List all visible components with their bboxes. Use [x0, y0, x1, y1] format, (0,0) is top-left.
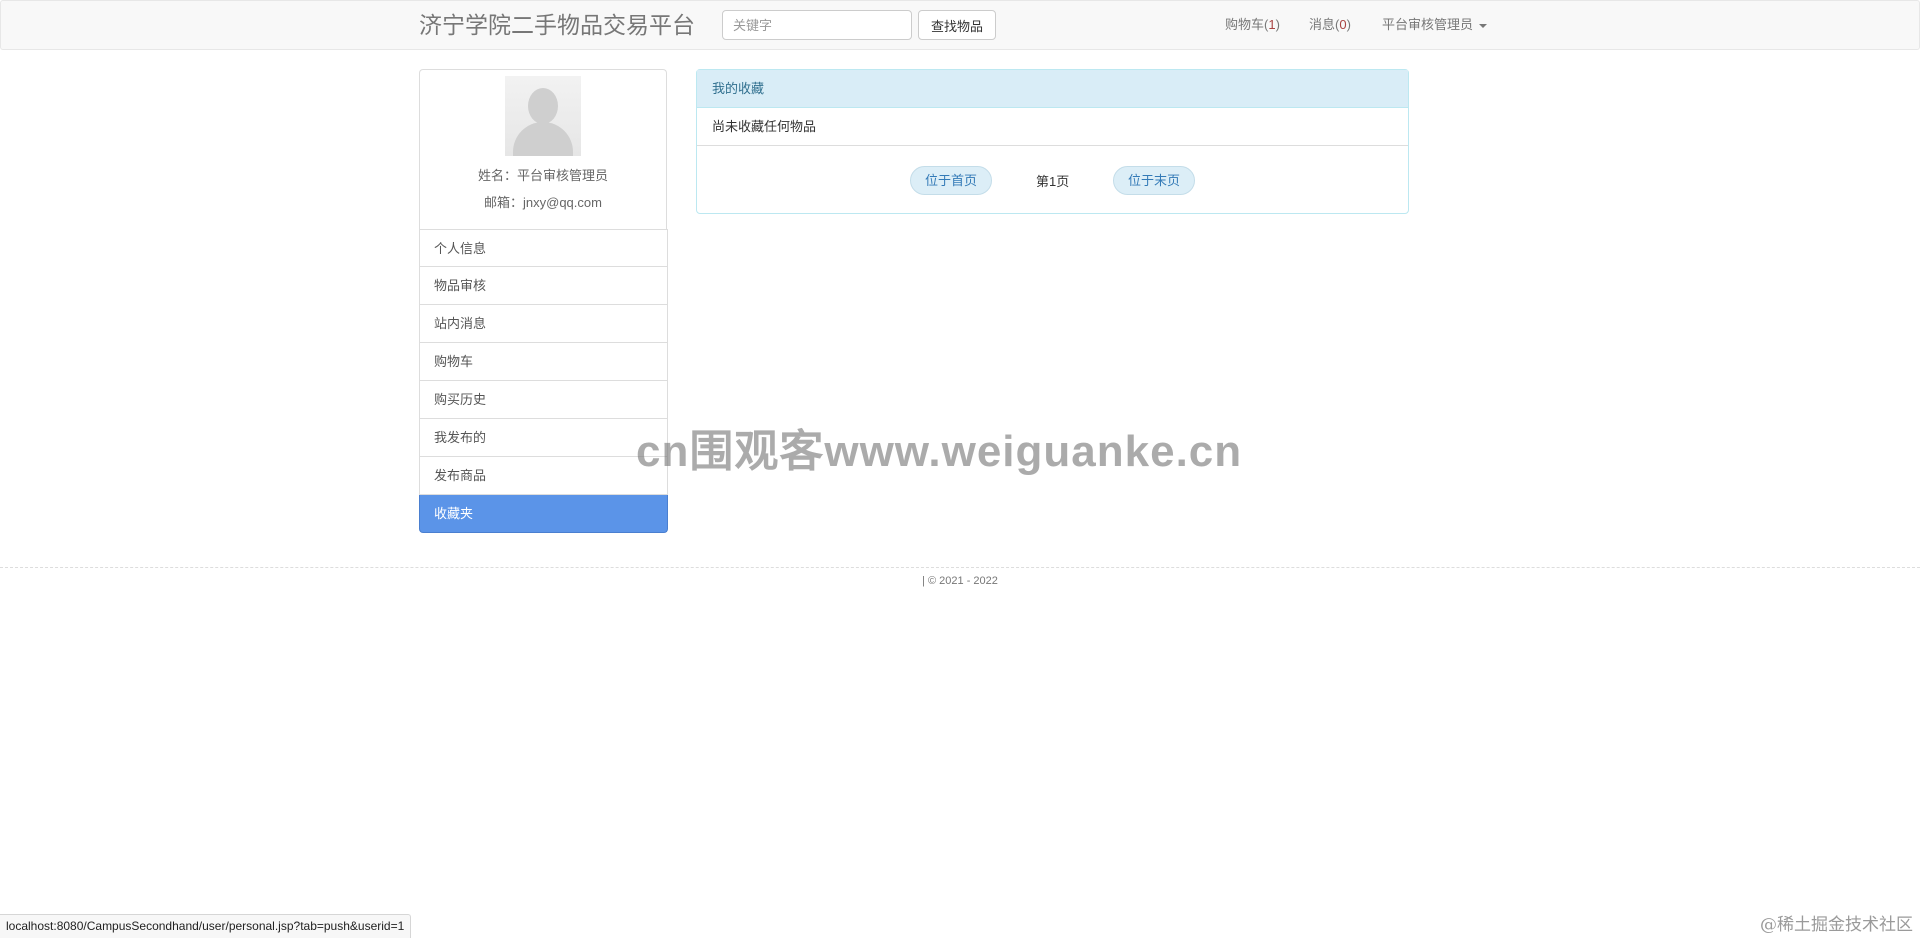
avatar-body-shape [513, 122, 573, 156]
cart-link-close: ) [1275, 17, 1280, 32]
first-page-button[interactable]: 位于首页 [910, 166, 992, 195]
sidebar-item-cart[interactable]: 购物车 [419, 343, 668, 381]
caret-down-icon [1479, 23, 1488, 28]
user-menu-dropdown[interactable]: 平台审核管理员 [1382, 15, 1488, 35]
footer-divider [0, 567, 1920, 568]
watermark-text: cn围观客www.weiguanke.cn [636, 427, 1243, 476]
panel-heading: 我的收藏 [697, 70, 1408, 108]
sidebar-item-favorites[interactable]: 收藏夹 [419, 495, 668, 533]
cart-link[interactable]: 购物车(1) [1225, 15, 1280, 35]
search-button[interactable]: 查找物品 [918, 10, 996, 40]
messages-link-label: 消息( [1309, 17, 1340, 32]
profile-name: 姓名：平台审核管理员 [477, 168, 608, 183]
empty-state-text: 尚未收藏任何物品 [697, 108, 1408, 146]
messages-link[interactable]: 消息(0) [1309, 15, 1351, 35]
avatar [505, 76, 581, 156]
sidebar-item-publish-item[interactable]: 发布商品 [419, 457, 668, 495]
top-navbar: 济宁学院二手物品交易平台 查找物品 购物车(1) 消息(0) 平台审核管理员 [0, 0, 1920, 50]
browser-status-url: localhost:8080/CampusSecondhand/user/per… [0, 914, 412, 938]
site-brand[interactable]: 济宁学院二手物品交易平台 [419, 10, 695, 40]
sidebar-item-personal-info[interactable]: 个人信息 [419, 229, 668, 267]
footer-copyright: | © 2021 - 2022 [922, 575, 998, 587]
profile-email: 邮箱：jnxy@qq.com [484, 195, 602, 210]
sidebar-item-item-review[interactable]: 物品审核 [419, 267, 668, 305]
messages-count: 0 [1339, 17, 1347, 32]
cart-link-label: 购物车( [1225, 17, 1269, 32]
current-page-label: 第1页 [1036, 174, 1070, 189]
sidebar-menu: 个人信息 物品审核 站内消息 购物车 购买历史 我发布的 发布商品 收藏夹 [419, 229, 668, 533]
search-input[interactable] [722, 10, 912, 40]
sidebar-item-site-messages[interactable]: 站内消息 [419, 305, 668, 343]
last-page-button[interactable]: 位于末页 [1113, 166, 1195, 195]
corner-credit-watermark: @稀土掘金技术社区 [1760, 915, 1913, 935]
avatar-head-shape [528, 88, 558, 124]
favorites-panel: 我的收藏 尚未收藏任何物品 位于首页 第1页 位于末页 [696, 69, 1409, 214]
sidebar-item-purchase-history[interactable]: 购买历史 [419, 381, 668, 419]
messages-link-close: ) [1346, 17, 1351, 32]
user-menu-label: 平台审核管理员 [1382, 17, 1474, 32]
cart-count: 1 [1268, 17, 1276, 32]
profile-card: 姓名：平台审核管理员 邮箱：jnxy@qq.com [419, 69, 667, 229]
sidebar-item-my-posts[interactable]: 我发布的 [419, 419, 668, 457]
